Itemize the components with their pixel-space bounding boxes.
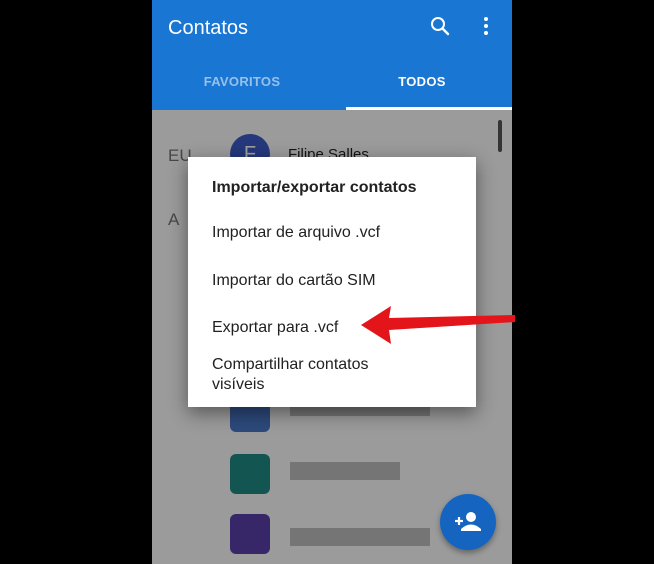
menu-item-import-sim[interactable]: Importar do cartão SIM bbox=[212, 271, 462, 291]
tab-favoritos[interactable]: FAVORITOS bbox=[152, 74, 332, 94]
dialog-title: Importar/exportar contatos bbox=[212, 179, 417, 196]
person-add-icon bbox=[455, 512, 481, 531]
more-vert-icon[interactable] bbox=[474, 14, 498, 38]
arrow-left-icon bbox=[361, 306, 515, 344]
import-export-dialog: Importar/exportar contatos Importar de a… bbox=[188, 157, 476, 407]
tab-todos[interactable]: TODOS bbox=[332, 74, 512, 94]
menu-item-import-vcf[interactable]: Importar de arquivo .vcf bbox=[212, 223, 462, 243]
search-icon[interactable] bbox=[428, 14, 452, 38]
app-bar: Contatos FAVORITOS TODOS bbox=[152, 0, 512, 110]
add-contact-button[interactable] bbox=[440, 494, 496, 550]
menu-item-share-visible[interactable]: Compartilhar contatos visíveis bbox=[212, 355, 422, 395]
app-title: Contatos bbox=[168, 17, 249, 39]
